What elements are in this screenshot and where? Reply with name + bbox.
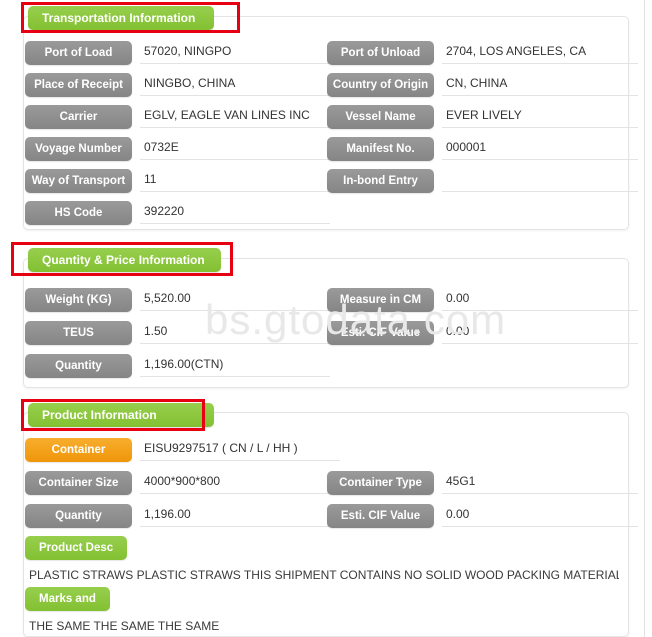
- label-marks-and: Marks and: [25, 587, 110, 611]
- field-value-esti-cif-value-quantity: 0.00: [442, 321, 638, 344]
- field-label-esti-cif-value-quantity: Esti. CIF Value: [327, 321, 434, 345]
- field-value-in-bond-entry: [442, 169, 638, 192]
- field-label-in-bond-entry: In-bond Entry: [327, 169, 434, 193]
- field-hs-code: HS Code 392220: [25, 201, 330, 225]
- field-value-country-of-origin: CN, CHINA: [442, 73, 638, 96]
- field-product-quantity: Quantity 1,196.00: [25, 504, 330, 528]
- field-value-container-size: 4000*900*800: [140, 471, 330, 494]
- field-label-way-of-transport: Way of Transport: [25, 169, 132, 193]
- field-label-country-of-origin: Country of Origin: [327, 73, 434, 97]
- field-value-voyage-number: 0732E: [140, 137, 330, 160]
- label-product-desc: Product Desc: [25, 536, 128, 560]
- field-esti-cif-value-quantity: Esti. CIF Value 0.00: [327, 321, 638, 345]
- field-value-carrier: EGLV, EAGLE VAN LINES INC: [140, 105, 330, 128]
- field-value-measure-in-cm: 0.00: [442, 288, 638, 311]
- field-container-type: Container Type 45G1: [327, 471, 638, 495]
- field-label-container-size: Container Size: [25, 471, 132, 495]
- field-value-container-type: 45G1: [442, 471, 638, 494]
- section-title-transportation: Transportation Information: [28, 6, 214, 30]
- section-title-quantity-price: Quantity & Price Information: [28, 248, 221, 272]
- field-value-weight-kg: 5,520.00: [140, 288, 330, 311]
- field-manifest-no: Manifest No. 000001: [327, 137, 638, 161]
- field-label-weight-kg: Weight (KG): [25, 288, 132, 312]
- field-label-place-of-receipt: Place of Receipt: [25, 73, 132, 97]
- field-label-manifest-no: Manifest No.: [327, 137, 434, 161]
- field-way-of-transport: Way of Transport 11: [25, 169, 330, 193]
- field-label-teus: TEUS: [25, 321, 132, 345]
- field-weight-kg: Weight (KG) 5,520.00: [25, 288, 330, 312]
- field-value-port-of-unload: 2704, LOS ANGELES, CA: [442, 41, 638, 64]
- field-carrier: Carrier EGLV, EAGLE VAN LINES INC: [25, 105, 330, 129]
- field-label-product-quantity: Quantity: [25, 504, 132, 528]
- field-label-container: Container: [25, 438, 132, 462]
- field-label-esti-cif-value-product: Esti. CIF Value: [327, 504, 434, 528]
- field-label-quantity-ctn: Quantity: [25, 354, 132, 378]
- field-value-vessel-name: EVER LIVELY: [442, 105, 638, 128]
- field-teus: TEUS 1.50: [25, 321, 330, 345]
- field-value-teus: 1.50: [140, 321, 330, 344]
- field-esti-cif-value-product: Esti. CIF Value 0.00: [327, 504, 638, 528]
- field-container-size: Container Size 4000*900*800: [25, 471, 330, 495]
- field-vessel-name: Vessel Name EVER LIVELY: [327, 105, 638, 129]
- field-label-port-of-load: Port of Load: [25, 41, 132, 65]
- field-voyage-number: Voyage Number 0732E: [25, 137, 330, 161]
- section-title-product: Product Information: [28, 403, 214, 427]
- field-label-container-type: Container Type: [327, 471, 434, 495]
- field-port-of-load: Port of Load 57020, NINGPO: [25, 41, 330, 65]
- field-label-carrier: Carrier: [25, 105, 132, 129]
- field-label-hs-code: HS Code: [25, 201, 132, 225]
- field-value-way-of-transport: 11: [140, 169, 330, 192]
- field-label-voyage-number: Voyage Number: [25, 137, 132, 161]
- field-value-quantity-ctn: 1,196.00(CTN): [140, 354, 330, 377]
- field-in-bond-entry: In-bond Entry: [327, 169, 638, 193]
- field-measure-in-cm: Measure in CM 0.00: [327, 288, 638, 312]
- field-value-port-of-load: 57020, NINGPO: [140, 41, 330, 64]
- field-container: Container EISU9297517 ( CN / L / HH ): [25, 438, 340, 462]
- field-label-measure-in-cm: Measure in CM: [327, 288, 434, 312]
- field-quantity-ctn: Quantity 1,196.00(CTN): [25, 354, 330, 378]
- field-value-manifest-no: 000001: [442, 137, 638, 160]
- field-value-container: EISU9297517 ( CN / L / HH ): [140, 438, 340, 461]
- text-product-desc: PLASTIC STRAWS PLASTIC STRAWS THIS SHIPM…: [29, 568, 619, 582]
- field-label-port-of-unload: Port of Unload: [327, 41, 434, 65]
- field-value-place-of-receipt: NINGBO, CHINA: [140, 73, 330, 96]
- field-port-of-unload: Port of Unload 2704, LOS ANGELES, CA: [327, 41, 638, 65]
- text-marks-and: THE SAME THE SAME THE SAME: [29, 619, 220, 633]
- field-label-vessel-name: Vessel Name: [327, 105, 434, 129]
- field-value-hs-code: 392220: [140, 201, 330, 224]
- field-value-product-quantity: 1,196.00: [140, 504, 330, 527]
- field-country-of-origin: Country of Origin CN, CHINA: [327, 73, 638, 97]
- field-value-esti-cif-value-product: 0.00: [442, 504, 638, 527]
- field-place-of-receipt: Place of Receipt NINGBO, CHINA: [25, 73, 330, 97]
